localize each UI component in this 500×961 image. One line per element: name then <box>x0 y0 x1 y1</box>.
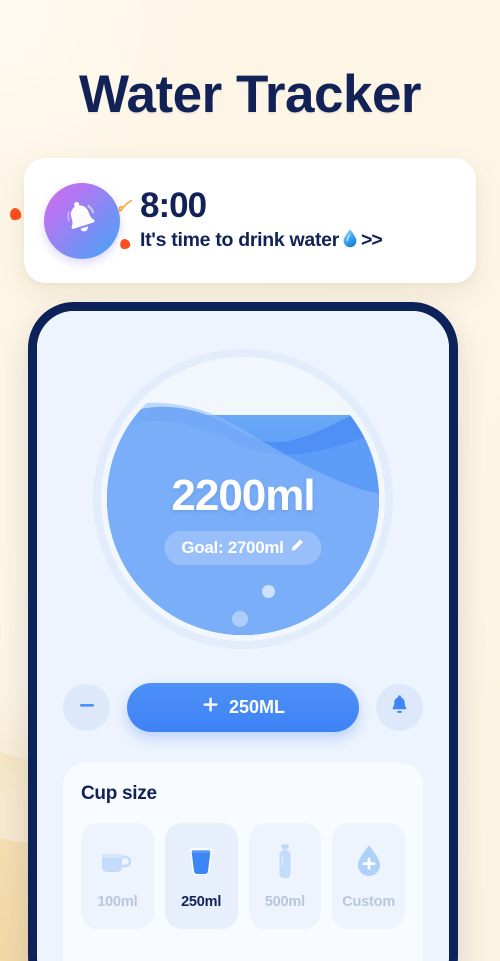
cup-size-card: Cup size 100ml 250ml 500ml Custom <box>63 763 423 961</box>
goal-pill[interactable]: Goal: 2700ml <box>164 531 322 565</box>
cup-option-100ml[interactable]: 100ml <box>81 823 154 929</box>
plus-icon <box>201 695 220 718</box>
decrease-button[interactable] <box>63 684 110 731</box>
notification-avatar <box>44 182 120 259</box>
squiggle-icon <box>118 197 136 220</box>
pencil-icon[interactable] <box>290 538 305 558</box>
drop-plus-icon <box>353 842 385 882</box>
reminder-button[interactable] <box>376 684 423 731</box>
cup-option-label: 250ml <box>181 894 222 910</box>
notification-message-row: It's time to drink water >> <box>140 228 383 253</box>
notification-time: 8:00 <box>140 186 207 226</box>
cup-size-options: 100ml 250ml 500ml Custom <box>81 823 405 929</box>
bottle-icon <box>271 842 299 882</box>
cup-option-label: 100ml <box>97 894 138 910</box>
cup-option-label: Custom <box>342 894 396 910</box>
notification-card[interactable]: 8:00 It's time to drink water >> <box>24 158 476 283</box>
notification-message-text: It's time to drink water <box>140 228 339 251</box>
water-progress-circle[interactable]: 2200ml Goal: 2700ml <box>93 349 393 649</box>
page-title: Water Tracker <box>78 65 422 124</box>
bubble <box>262 585 275 598</box>
cup-option-250ml[interactable]: 250ml <box>164 823 238 929</box>
notification-arrows[interactable]: >> <box>361 229 383 252</box>
cup-option-500ml[interactable]: 500ml <box>248 823 322 929</box>
water-drop-emoji <box>342 228 358 253</box>
phone-frame: 2200ml Goal: 2700ml 250ML Cup size 100ml… <box>28 302 458 961</box>
minus-icon <box>76 694 98 721</box>
bell-icon <box>55 192 109 250</box>
cup-option-custom[interactable]: Custom <box>332 823 405 929</box>
cup-icon <box>182 842 220 882</box>
cup-option-label: 500ml <box>264 894 305 910</box>
phone-screen: 2200ml Goal: 2700ml 250ML Cup size 100ml… <box>37 311 449 961</box>
notification-body: 8:00 It's time to drink water >> <box>118 186 383 253</box>
bell-icon <box>388 694 411 722</box>
water-amount: 2200ml <box>171 471 315 520</box>
add-water-label: 250ML <box>228 697 286 717</box>
bubble <box>232 611 248 627</box>
mug-icon <box>97 842 137 882</box>
add-water-button[interactable]: 250ML <box>127 683 359 732</box>
decoration-message-dot <box>118 238 132 251</box>
goal-label: Goal: 2700ml <box>181 538 284 557</box>
cup-size-title: Cup size <box>81 783 157 804</box>
water-progress-inner: 2200ml Goal: 2700ml <box>107 363 379 635</box>
action-row: 250ML <box>63 683 423 732</box>
